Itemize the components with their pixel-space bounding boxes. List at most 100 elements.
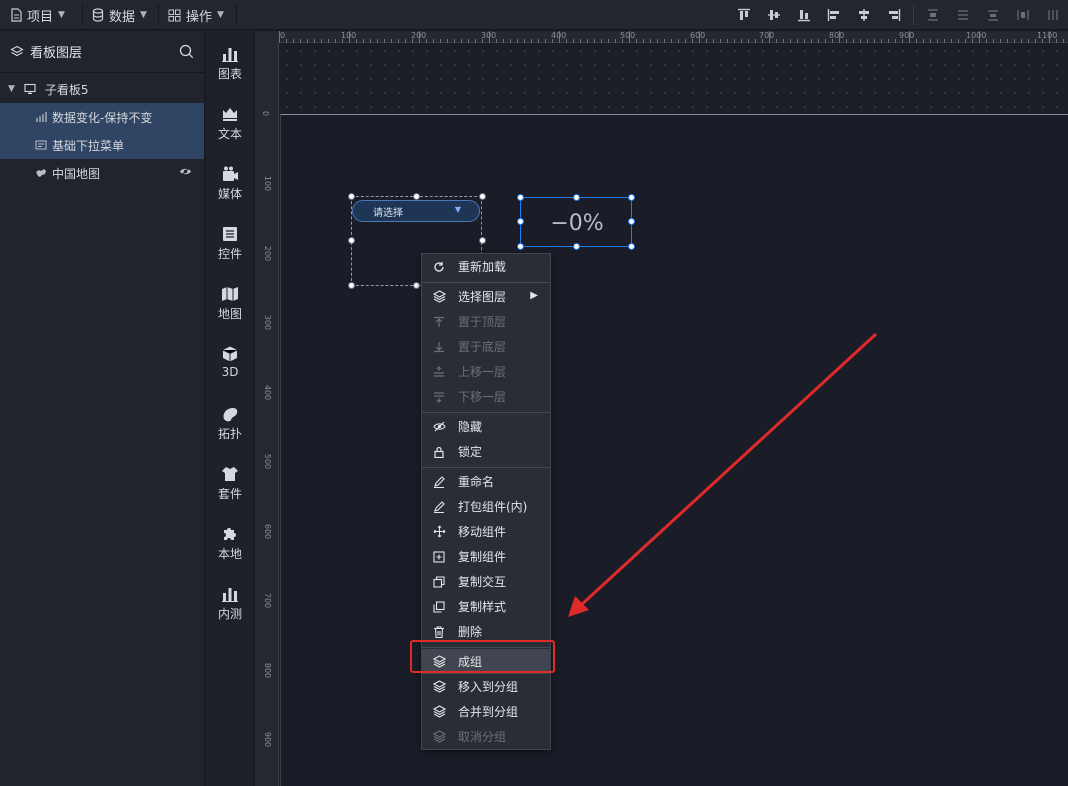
menu-item-label: 置于底层 (458, 340, 507, 354)
trash-icon (432, 625, 446, 639)
menu-item-label: 置于顶层 (458, 315, 507, 329)
component-beta[interactable]: 内测 (206, 585, 254, 635)
distribute-bottom-button[interactable] (978, 0, 1008, 30)
align-vcenter-button[interactable] (759, 0, 789, 30)
resize-handle[interactable] (573, 194, 580, 201)
menu-item-rename[interactable]: 重命名 (422, 469, 550, 494)
menu-item-move-into-group[interactable]: 移入到分组 (422, 674, 550, 699)
menu-item-reload[interactable]: 重新加载 (422, 254, 550, 279)
menu-item-move-up[interactable]: 上移一层 (422, 359, 550, 384)
control-icon (223, 227, 237, 241)
chevron-down-icon: ▼ (58, 10, 65, 20)
component-media[interactable]: 媒体 (206, 165, 254, 215)
tree-item-china-map[interactable]: 中国地图 (0, 159, 204, 187)
menu-item-label: 取消分组 (458, 730, 507, 744)
menu-item-copy-component[interactable]: 复制组件 (422, 544, 550, 569)
align-top-button[interactable] (729, 0, 759, 30)
layers-icon (10, 45, 24, 56)
tree-item-dropdown[interactable]: 基础下拉菜单 (0, 131, 204, 159)
menu-item-copy-interaction[interactable]: 复制交互 (422, 569, 550, 594)
component-label: 地图 (217, 307, 242, 321)
database-icon (92, 8, 104, 22)
component-local[interactable]: 本地 (206, 525, 254, 575)
align-right-button[interactable] (879, 0, 909, 30)
component-control[interactable]: 控件 (206, 225, 254, 275)
divider (236, 4, 237, 26)
menu-item-bring-to-top[interactable]: 置于顶层 (422, 309, 550, 334)
component-sidebar: 图表 文本 媒体 控件 地图 3D 拓扑 套件 本地 内测 (206, 31, 254, 786)
distribute-vcenter-button[interactable] (948, 0, 978, 30)
component-chart[interactable]: 图表 (206, 45, 254, 95)
ruler-label: 1000 (966, 31, 987, 40)
cube-icon (222, 346, 238, 362)
ruler-label: 700 (759, 31, 775, 40)
menu-item-select-layer[interactable]: 选择图层 ▶ (422, 284, 550, 309)
move-down-icon (432, 390, 446, 404)
menu-divider (422, 282, 550, 283)
component-label: 本地 (217, 547, 242, 561)
menu-item-pack-component[interactable]: 打包组件(内) (422, 494, 550, 519)
dropdown-widget[interactable]: 请选择 ▼ (352, 200, 480, 222)
menu-item-move-down[interactable]: 下移一层 (422, 384, 550, 409)
menu-operate[interactable]: 操作 ▼ (168, 0, 224, 30)
map-icon (34, 166, 48, 180)
ruler-label: 400 (551, 31, 567, 40)
search-icon[interactable] (179, 44, 194, 59)
resize-handle[interactable] (479, 237, 486, 244)
resize-handle[interactable] (517, 218, 524, 225)
align-hcenter-icon (859, 9, 869, 21)
component-label: 拓扑 (217, 427, 242, 441)
resize-handle[interactable] (413, 193, 420, 200)
dropdown-arrow-icon: ▼ (454, 205, 461, 214)
menu-item-send-to-bottom[interactable]: 置于底层 (422, 334, 550, 359)
resize-handle[interactable] (413, 282, 420, 289)
component-map[interactable]: 地图 (206, 285, 254, 335)
component-text[interactable]: 文本 (206, 105, 254, 155)
percent-widget[interactable]: −0% (520, 197, 632, 247)
menu-item-ungroup[interactable]: 取消分组 (422, 724, 550, 749)
puzzle-icon (224, 528, 236, 540)
menu-item-lock[interactable]: 锁定 (422, 439, 550, 464)
resize-handle[interactable] (348, 282, 355, 289)
resize-handle[interactable] (348, 237, 355, 244)
menu-item-copy-style[interactable]: 复制样式 (422, 594, 550, 619)
align-bottom-button[interactable] (789, 0, 819, 30)
divider (913, 5, 914, 25)
send-to-bottom-icon (432, 340, 446, 354)
layers-icon (432, 705, 446, 719)
resize-handle[interactable] (517, 243, 524, 250)
resize-handle[interactable] (348, 193, 355, 200)
ruler-vertical: 0 100 200 300 400 500 600 700 800 900 (255, 43, 279, 786)
resize-handle[interactable] (517, 194, 524, 201)
component-topology[interactable]: 拓扑 (206, 405, 254, 455)
ruler-label: 600 (263, 523, 273, 540)
menu-data[interactable]: 数据 ▼ (92, 0, 147, 30)
tree-item-data-change[interactable]: 数据变化-保持不变 (0, 103, 204, 131)
align-left-button[interactable] (819, 0, 849, 30)
layers-icon (432, 680, 446, 694)
distribute-top-button[interactable] (918, 0, 948, 30)
component-label: 媒体 (217, 187, 242, 201)
component-kit[interactable]: 套件 (206, 465, 254, 515)
ruler-label: 300 (481, 31, 497, 40)
component-3d[interactable]: 3D (206, 345, 254, 395)
menu-item-move-component[interactable]: 移动组件 (422, 519, 550, 544)
menu-item-merge-into-group[interactable]: 合并到分组 (422, 699, 550, 724)
menu-project[interactable]: 项目 ▼ (10, 0, 65, 30)
resize-handle[interactable] (479, 193, 486, 200)
distribute-hcenter-button[interactable] (1038, 0, 1068, 30)
ruler-label: 500 (620, 31, 636, 40)
tree-board-row[interactable]: ▼ 子看板5 (0, 75, 204, 103)
layer-panel-header: 看板图层 (0, 31, 204, 73)
resize-handle[interactable] (628, 243, 635, 250)
resize-handle[interactable] (573, 243, 580, 250)
menu-item-hide[interactable]: 隐藏 (422, 414, 550, 439)
align-hcenter-button[interactable] (849, 0, 879, 30)
eye-hidden-icon[interactable] (179, 166, 192, 180)
caret-down-icon[interactable]: ▼ (8, 84, 15, 94)
canvas-area[interactable]: 0 100 200 300 400 500 600 700 800 900 10… (255, 31, 1068, 786)
distribute-left-button[interactable] (1008, 0, 1038, 30)
menu-item-label: 移动组件 (458, 525, 507, 539)
resize-handle[interactable] (628, 194, 635, 201)
resize-handle[interactable] (628, 218, 635, 225)
